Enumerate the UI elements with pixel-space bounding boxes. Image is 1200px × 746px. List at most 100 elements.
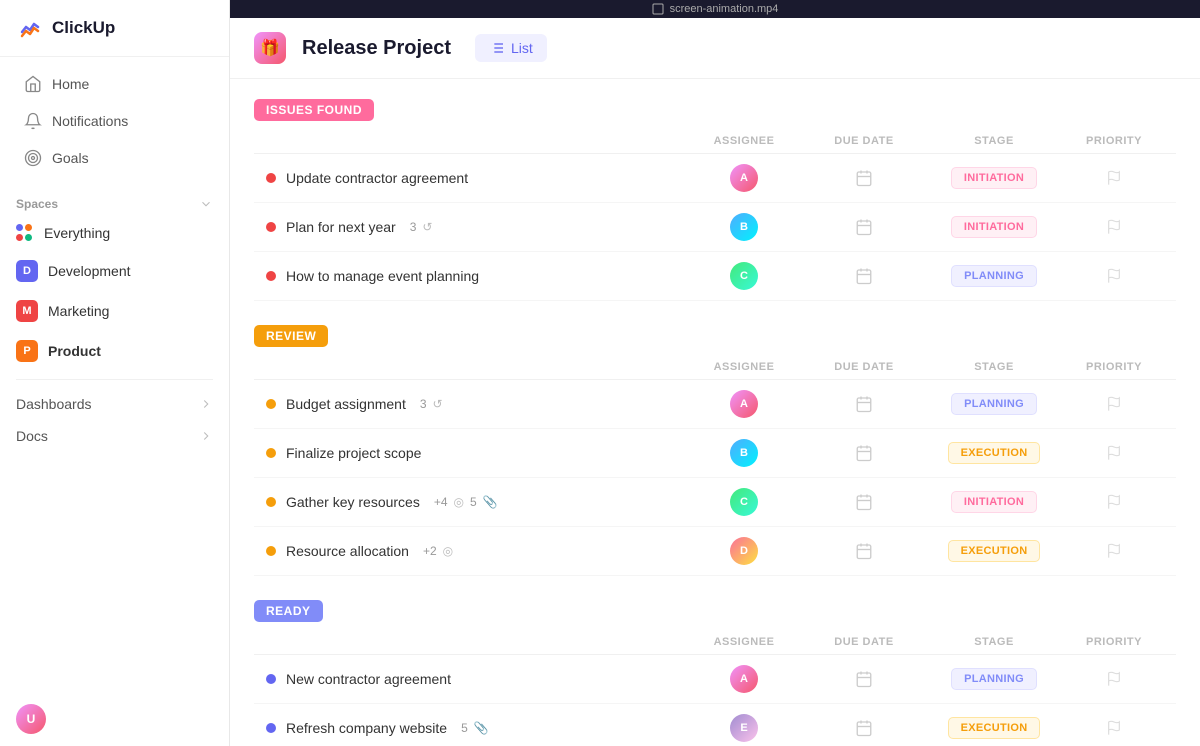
stage-badge: PLANNING [951,265,1037,287]
issues-found-header: ISSUES FOUND [254,99,1176,129]
task-name: Gather key resources [286,494,420,510]
calendar-icon [855,493,873,511]
duedate-cell [804,169,924,187]
priority-cell [1064,494,1164,510]
ready-header: READY [254,600,1176,630]
priority-cell [1064,170,1164,186]
task-extras: 3 ↺ [410,220,433,234]
logo-text: ClickUp [52,18,115,38]
avatar: B [730,439,758,467]
docs-label: Docs [16,428,48,444]
sidebar-item-docs[interactable]: Docs [0,420,229,452]
sidebar-item-goals[interactable]: Goals [8,140,221,176]
table-row[interactable]: Finalize project scope B EXECUTION [254,429,1176,478]
development-icon: D [16,260,38,282]
sidebar-item-development[interactable]: D Development [0,252,229,290]
table-row[interactable]: Resource allocation +2 ◎ D EXECUTION [254,527,1176,576]
col-name [266,361,684,373]
film-icon [652,3,664,15]
avatar: D [730,537,758,565]
flag-icon [1106,543,1122,559]
sidebar-item-product-label: Product [48,343,101,359]
list-view-tab[interactable]: List [475,34,547,62]
avatar: A [730,164,758,192]
task-dot [266,448,276,458]
calendar-icon [855,719,873,737]
priority-cell [1064,396,1164,412]
calendar-icon [855,169,873,187]
sidebar-item-marketing[interactable]: M Marketing [0,292,229,330]
sidebar-item-everything[interactable]: Everything [0,216,229,250]
task-name: How to manage event planning [286,268,479,284]
stage-cell: EXECUTION [924,717,1064,739]
table-row[interactable]: Budget assignment 3 ↺ A PLANNING [254,380,1176,429]
col-assignee: ASSIGNEE [684,135,804,147]
avatar: A [730,390,758,418]
col-duedate: DUE DATE [804,361,924,373]
table-row[interactable]: Refresh company website 5 📎 E EXECUTION [254,704,1176,746]
refresh-icon: ↺ [422,220,432,234]
task-name: Finalize project scope [286,445,421,461]
table-row[interactable]: How to manage event planning C PLANNING [254,252,1176,301]
stage-cell: INITIATION [924,216,1064,238]
task-extra-count: 3 [410,220,417,234]
user-avatar[interactable]: U [16,704,46,734]
task-name-cell: How to manage event planning [266,268,684,284]
task-name-cell: Finalize project scope [266,445,684,461]
logo-area[interactable]: ClickUp [0,0,229,57]
project-icon: 🎁 [254,32,286,64]
top-bar-text: screen-animation.mp4 [670,3,779,15]
duedate-cell [804,493,924,511]
priority-cell [1064,268,1164,284]
content-area: ISSUES FOUND ASSIGNEE DUE DATE STAGE PRI… [230,79,1200,746]
table-row[interactable]: Plan for next year 3 ↺ B INITIATION [254,203,1176,252]
review-badge: REVIEW [254,325,328,347]
assignee-cell: E [684,714,804,742]
table-row[interactable]: Update contractor agreement A INITIATION [254,154,1176,203]
duedate-cell [804,719,924,737]
group-issues-found: ISSUES FOUND ASSIGNEE DUE DATE STAGE PRI… [254,99,1176,301]
sidebar-item-product[interactable]: P Product [0,332,229,370]
calendar-icon [855,267,873,285]
assignee-cell: A [684,665,804,693]
assignee-cell: D [684,537,804,565]
main-nav: Home Notifications Goals [0,57,229,185]
assignee-cell: B [684,439,804,467]
priority-cell [1064,445,1164,461]
stage-cell: PLANNING [924,668,1064,690]
marketing-icon: M [16,300,38,322]
review-columns: ASSIGNEE DUE DATE STAGE PRIORITY [254,355,1176,380]
col-priority: PRIORITY [1064,636,1164,648]
duedate-cell [804,444,924,462]
stage-badge: PLANNING [951,393,1037,415]
col-assignee: ASSIGNEE [684,636,804,648]
task-name-cell: New contractor agreement [266,671,684,687]
priority-cell [1064,543,1164,559]
task-dot [266,399,276,409]
flag-icon [1106,671,1122,687]
task-dot [266,674,276,684]
list-view-label: List [511,40,533,56]
duedate-cell [804,395,924,413]
col-stage: STAGE [924,135,1064,147]
bell-icon [24,112,42,130]
task-name-cell: Update contractor agreement [266,170,684,186]
main-content: screen-animation.mp4 🎁 Release Project L… [230,0,1200,746]
table-row[interactable]: New contractor agreement A PLANNING [254,655,1176,704]
avatar: C [730,488,758,516]
col-stage: STAGE [924,361,1064,373]
table-row[interactable]: Gather key resources +4 ◎ 5 📎 C INITIATI… [254,478,1176,527]
sidebar-item-development-label: Development [48,263,131,279]
task-name-cell: Plan for next year 3 ↺ [266,219,684,235]
duedate-cell [804,542,924,560]
sidebar-item-home[interactable]: Home [8,66,221,102]
sidebar-bottom: U [0,692,229,746]
chevron-down-icon [199,197,213,211]
calendar-icon [855,542,873,560]
flag-icon [1106,396,1122,412]
sidebar-item-notifications[interactable]: Notifications [8,103,221,139]
sidebar-item-dashboards[interactable]: Dashboards [0,388,229,420]
ready-columns: ASSIGNEE DUE DATE STAGE PRIORITY [254,630,1176,655]
priority-cell [1064,671,1164,687]
stage-cell: EXECUTION [924,442,1064,464]
